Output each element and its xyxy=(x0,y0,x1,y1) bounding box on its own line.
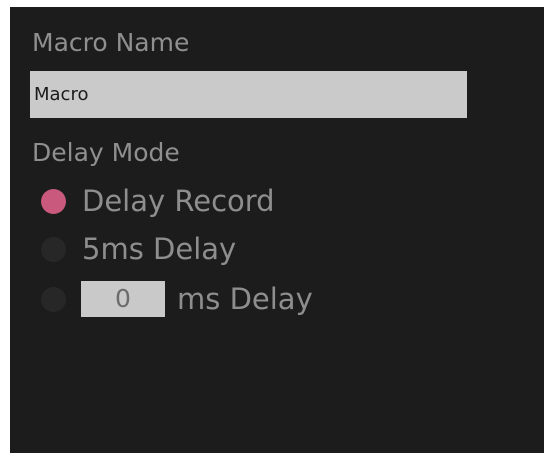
custom-delay-option[interactable]: 0 ms Delay xyxy=(41,281,313,317)
five-ms-delay-radio-icon[interactable] xyxy=(41,236,66,262)
five-ms-delay-option[interactable]: 5ms Delay xyxy=(41,231,236,267)
delay-record-option[interactable]: Delay Record xyxy=(41,183,275,219)
custom-delay-input[interactable]: 0 xyxy=(81,281,165,317)
macro-name-input[interactable] xyxy=(30,71,467,118)
macro-settings-panel: Macro Name Delay Mode Delay Record 5ms D… xyxy=(10,7,544,453)
delay-record-radio-icon[interactable] xyxy=(41,188,66,214)
custom-delay-label: ms Delay xyxy=(177,281,313,316)
delay-record-label: Delay Record xyxy=(82,183,275,218)
macro-name-label: Macro Name xyxy=(32,28,190,57)
delay-mode-label: Delay Mode xyxy=(32,138,180,167)
five-ms-delay-label: 5ms Delay xyxy=(82,231,237,266)
custom-delay-radio-icon[interactable] xyxy=(41,286,66,312)
